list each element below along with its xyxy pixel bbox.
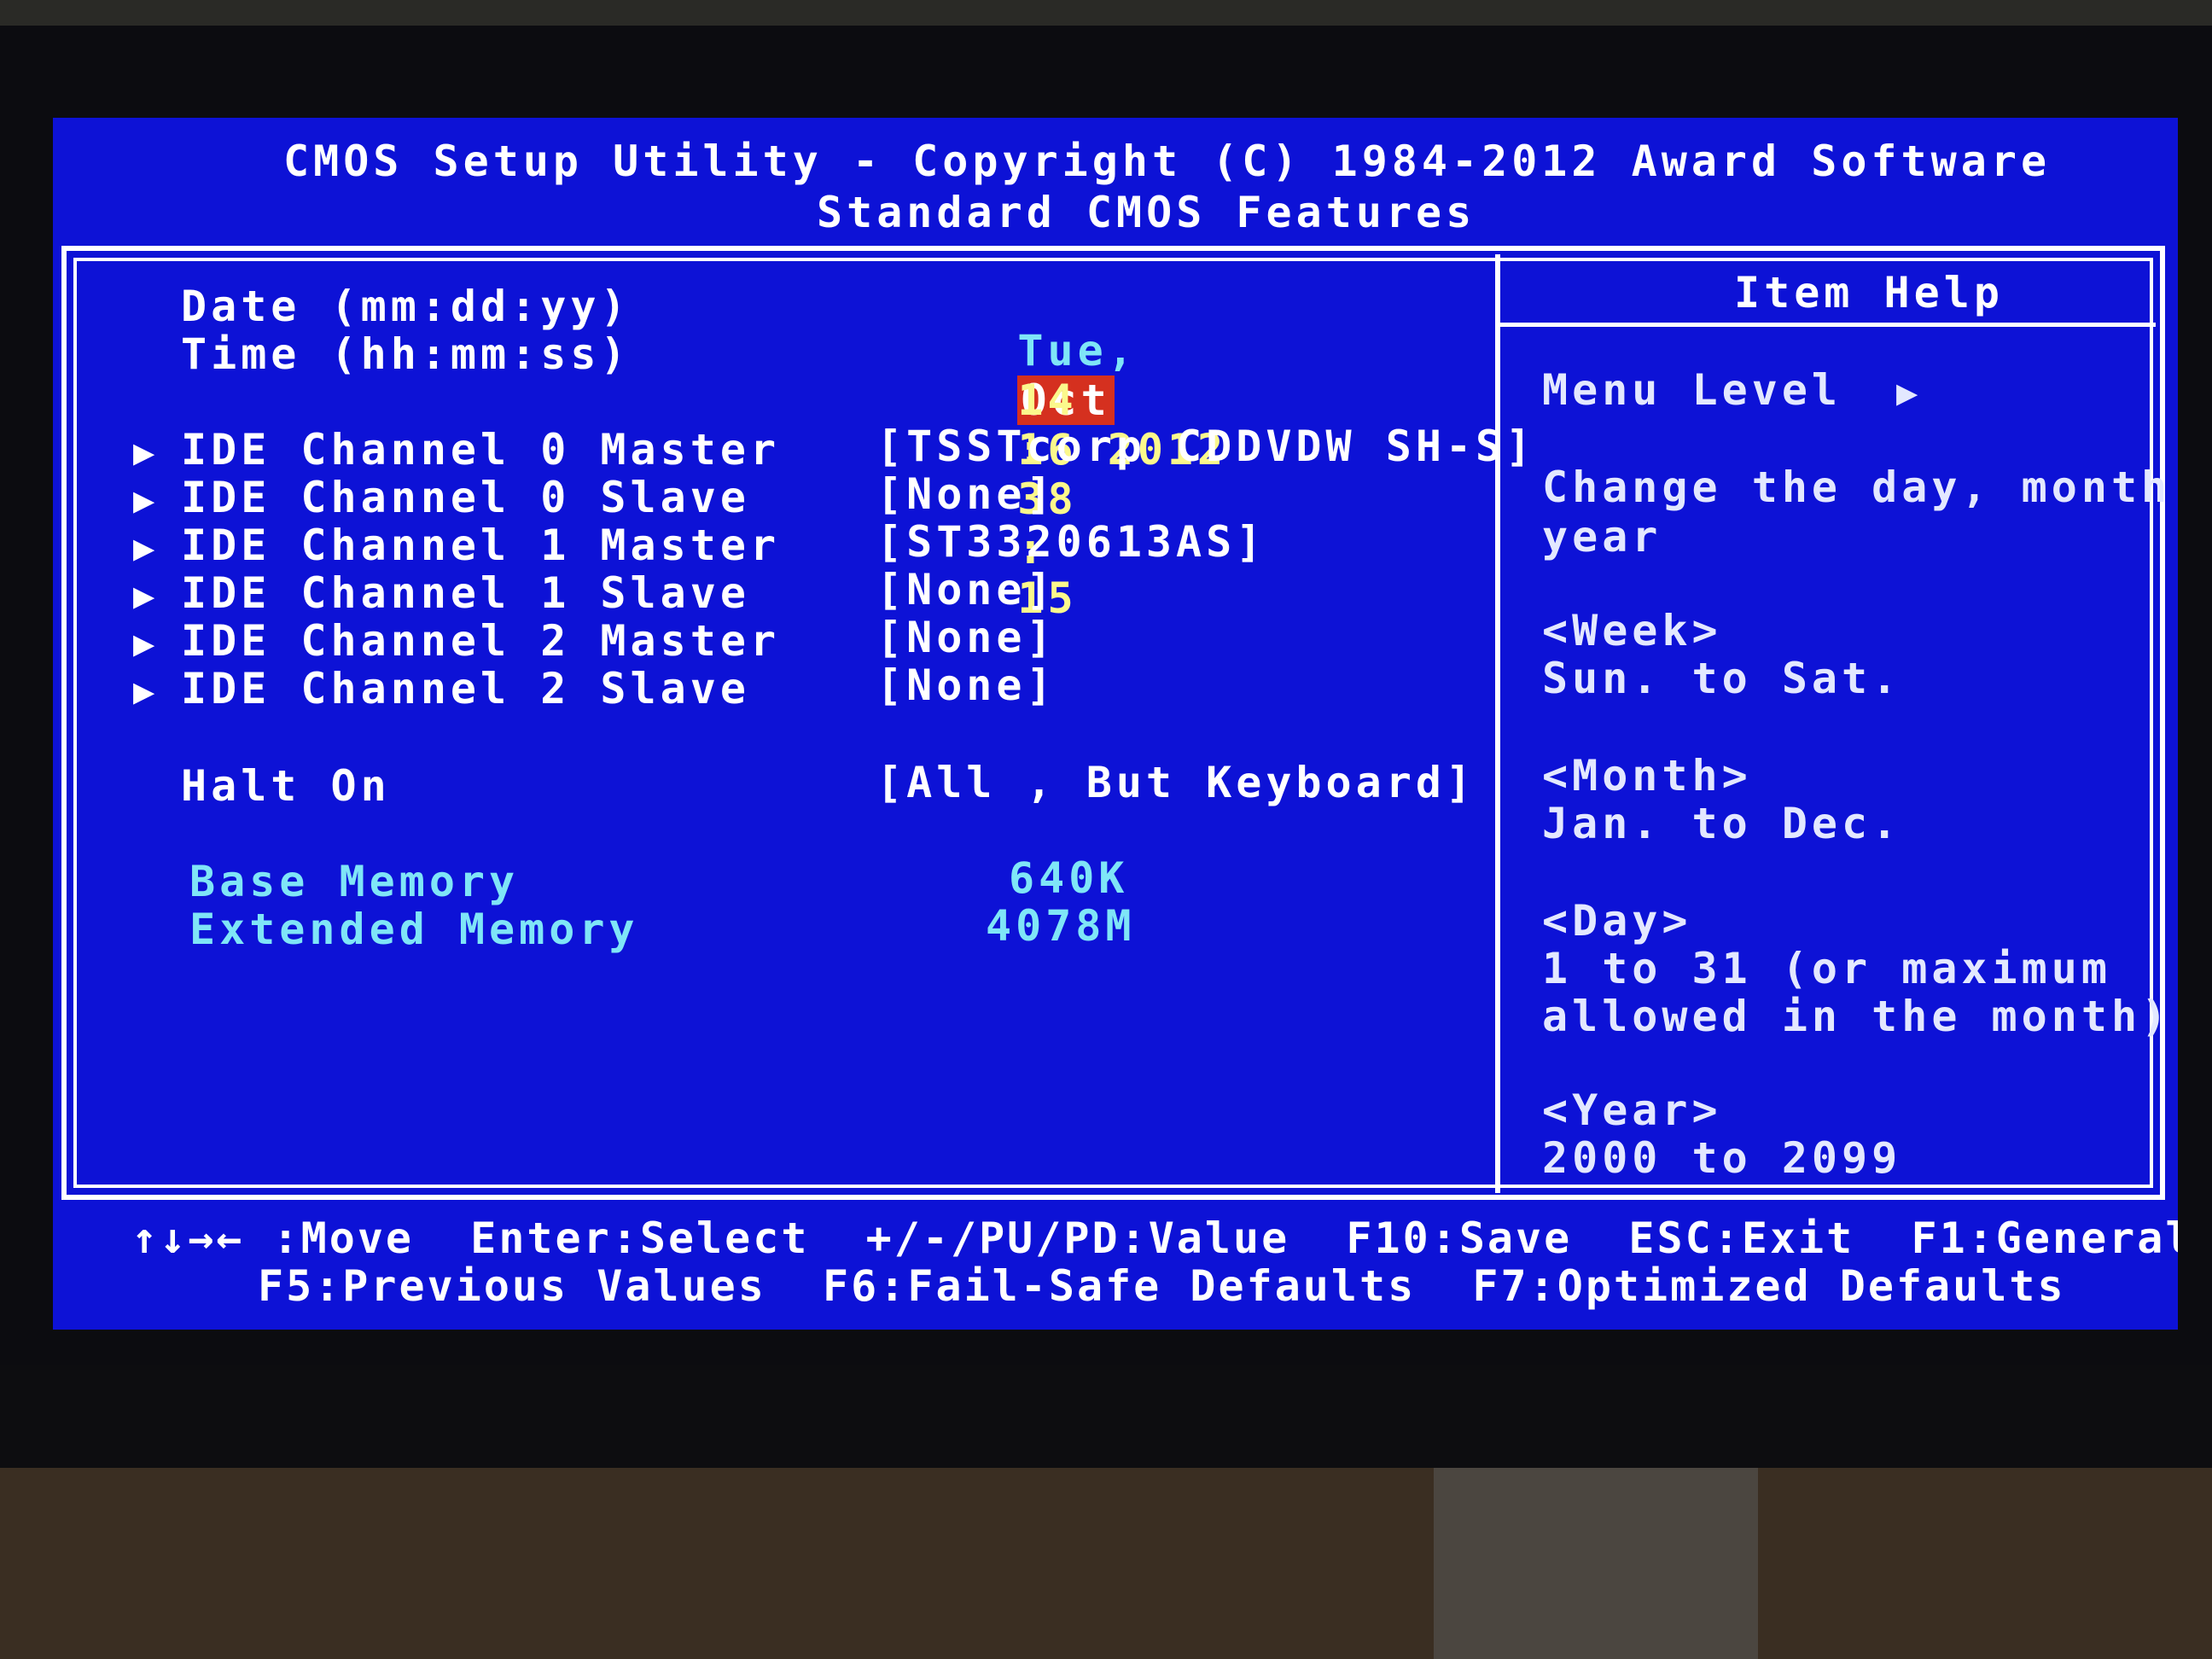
- ide-channel-value: [None]: [876, 613, 1057, 662]
- bios-screen: CMOS Setup Utility - Copyright (C) 1984-…: [53, 118, 2178, 1330]
- ide-channel-label[interactable]: IDE Channel 1 Master: [181, 521, 780, 570]
- triangle-right-icon: ▶: [1896, 371, 1923, 413]
- ide-channel-label[interactable]: IDE Channel 0 Slave: [181, 473, 750, 522]
- ide-channel-row[interactable]: ▶: [133, 473, 159, 525]
- menu-level-arrow: ▶: [1896, 365, 1922, 417]
- time-label: Time (hh:mm:ss): [181, 329, 631, 379]
- help-day-title: <Day>: [1542, 896, 1692, 946]
- halt-on-label[interactable]: Halt On: [181, 761, 391, 811]
- help-title-divider: [1499, 323, 2156, 327]
- menu-level-label: Menu Level: [1542, 365, 1842, 415]
- ide-channel-value: [None]: [876, 469, 1057, 519]
- ide-channel-value: [ST3320613AS]: [876, 517, 1266, 567]
- triangle-right-icon: ▶: [133, 431, 160, 473]
- help-month-text: Jan. to Dec.: [1542, 799, 1902, 848]
- help-day-text: 1 to 31 (or maximum: [1542, 944, 2111, 993]
- desk-surface: [0, 1468, 2212, 1659]
- help-day-text: allowed in the month): [1542, 992, 2172, 1041]
- ide-channel-row[interactable]: ▶: [133, 568, 159, 620]
- header-subtitle: Standard CMOS Features: [817, 188, 1476, 237]
- ide-channel-row[interactable]: ▶: [133, 521, 159, 573]
- monitor-stand: [1434, 1468, 1758, 1659]
- header-title: CMOS Setup Utility - Copyright (C) 1984-…: [283, 137, 2052, 186]
- date-label: Date (mm:dd:yy): [181, 282, 631, 331]
- ide-channel-label[interactable]: IDE Channel 1 Slave: [181, 568, 750, 618]
- footer-keys-line2: F5:Previous Values F6:Fail-Safe Defaults…: [258, 1261, 2066, 1311]
- help-description: year: [1542, 512, 1662, 562]
- ide-channel-value: [None]: [876, 661, 1057, 710]
- triangle-right-icon: ▶: [133, 574, 160, 616]
- item-help-title: Item Help: [1734, 268, 2004, 317]
- help-description: Change the day, month,: [1542, 463, 2178, 512]
- help-month-title: <Month>: [1542, 751, 1752, 800]
- ide-channel-label[interactable]: IDE Channel 2 Master: [181, 616, 780, 666]
- help-year-title: <Year>: [1542, 1086, 1722, 1135]
- triangle-right-icon: ▶: [133, 527, 160, 568]
- time-hours[interactable]: 14: [1017, 375, 1077, 425]
- halt-on-value[interactable]: [All , But Keyboard]: [876, 758, 1476, 807]
- help-year-text: 2000 to 2099: [1542, 1133, 1902, 1183]
- ide-channel-row[interactable]: ▶: [133, 425, 159, 477]
- help-week-title: <Week>: [1542, 606, 1722, 655]
- ide-channel-value: [TSSTcorp CDDVDW SH-S]: [876, 422, 1536, 471]
- triangle-right-icon: ▶: [133, 479, 160, 521]
- panel-divider: [1495, 254, 1500, 1193]
- ide-channel-label[interactable]: IDE Channel 2 Slave: [181, 664, 750, 713]
- triangle-right-icon: ▶: [133, 622, 160, 664]
- help-week-text: Sun. to Sat.: [1542, 654, 1902, 703]
- ide-channel-row[interactable]: ▶: [133, 664, 159, 716]
- footer-keys-line1: ↑↓→← :Move Enter:Select +/-/PU/PD:Value …: [131, 1214, 2178, 1263]
- ide-channel-row[interactable]: ▶: [133, 616, 159, 668]
- base-memory-label: Base Memory: [189, 857, 520, 906]
- base-memory-value: 640K: [1009, 853, 1129, 903]
- extended-memory-value: 4078M: [986, 901, 1136, 951]
- monitor-bezel-top: [0, 0, 2212, 26]
- ide-channel-label[interactable]: IDE Channel 0 Master: [181, 425, 780, 474]
- triangle-right-icon: ▶: [133, 670, 160, 712]
- extended-memory-label: Extended Memory: [189, 905, 639, 954]
- ide-channel-value: [None]: [876, 565, 1057, 614]
